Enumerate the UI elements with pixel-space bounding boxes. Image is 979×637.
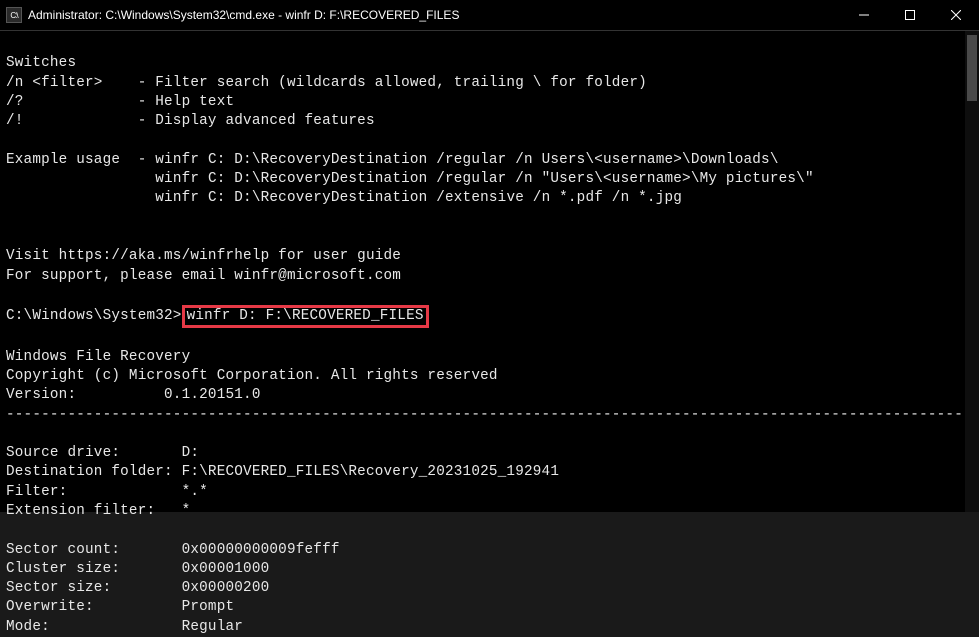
info-destination: Destination folder: F:\RECOVERED_FILES\R…	[6, 464, 559, 480]
info-filter: Filter: *.*	[6, 484, 208, 500]
info-sector-count: Sector count: 0x00000000009fefff	[6, 542, 340, 558]
help-url: Visit https://aka.ms/winfrhelp for user …	[6, 248, 401, 264]
info-source-drive: Source drive: D:	[6, 445, 199, 461]
entered-command-highlight: winfr D: F:\RECOVERED_FILES	[182, 305, 429, 328]
maximize-button[interactable]	[887, 0, 933, 30]
help-email: For support, please email winfr@microsof…	[6, 268, 401, 284]
scrollbar[interactable]	[965, 31, 979, 512]
window-title: Administrator: C:\Windows\System32\cmd.e…	[28, 8, 841, 22]
example-1: winfr C: D:\RecoveryDestination /regular…	[155, 152, 778, 168]
window-controls	[841, 0, 979, 30]
app-name: Windows File Recovery	[6, 349, 190, 365]
terminal-output[interactable]: Switches /n <filter> - Filter search (wi…	[0, 30, 979, 512]
info-overwrite: Overwrite: Prompt	[6, 599, 234, 615]
info-ext-filter: Extension filter: *	[6, 503, 190, 519]
scrollbar-thumb[interactable]	[967, 35, 977, 101]
copyright: Copyright (c) Microsoft Corporation. All…	[6, 368, 498, 384]
info-cluster-size: Cluster size: 0x00001000	[6, 561, 269, 577]
example-3: winfr C: D:\RecoveryDestination /extensi…	[155, 190, 682, 206]
version: Version: 0.1.20151.0	[6, 387, 261, 403]
switches-header: Switches	[6, 55, 76, 71]
info-sector-size: Sector size: 0x00000200	[6, 580, 269, 596]
example-label: Example usage -	[6, 152, 146, 168]
switch-help: /? - Help text	[6, 94, 234, 110]
example-2: winfr C: D:\RecoveryDestination /regular…	[155, 171, 813, 187]
switch-advanced: /! - Display advanced features	[6, 113, 375, 129]
info-mode: Mode: Regular	[6, 619, 243, 635]
close-button[interactable]	[933, 0, 979, 30]
switch-n: /n <filter> - Filter search (wildcards a…	[6, 75, 647, 91]
divider: ----------------------------------------…	[6, 407, 979, 423]
entered-command: winfr D: F:\RECOVERED_FILES	[187, 308, 424, 324]
titlebar[interactable]: C:\ Administrator: C:\Windows\System32\c…	[0, 0, 979, 30]
prompt-path: C:\Windows\System32>	[6, 308, 182, 324]
cmd-icon: C:\	[6, 7, 22, 23]
minimize-button[interactable]	[841, 0, 887, 30]
